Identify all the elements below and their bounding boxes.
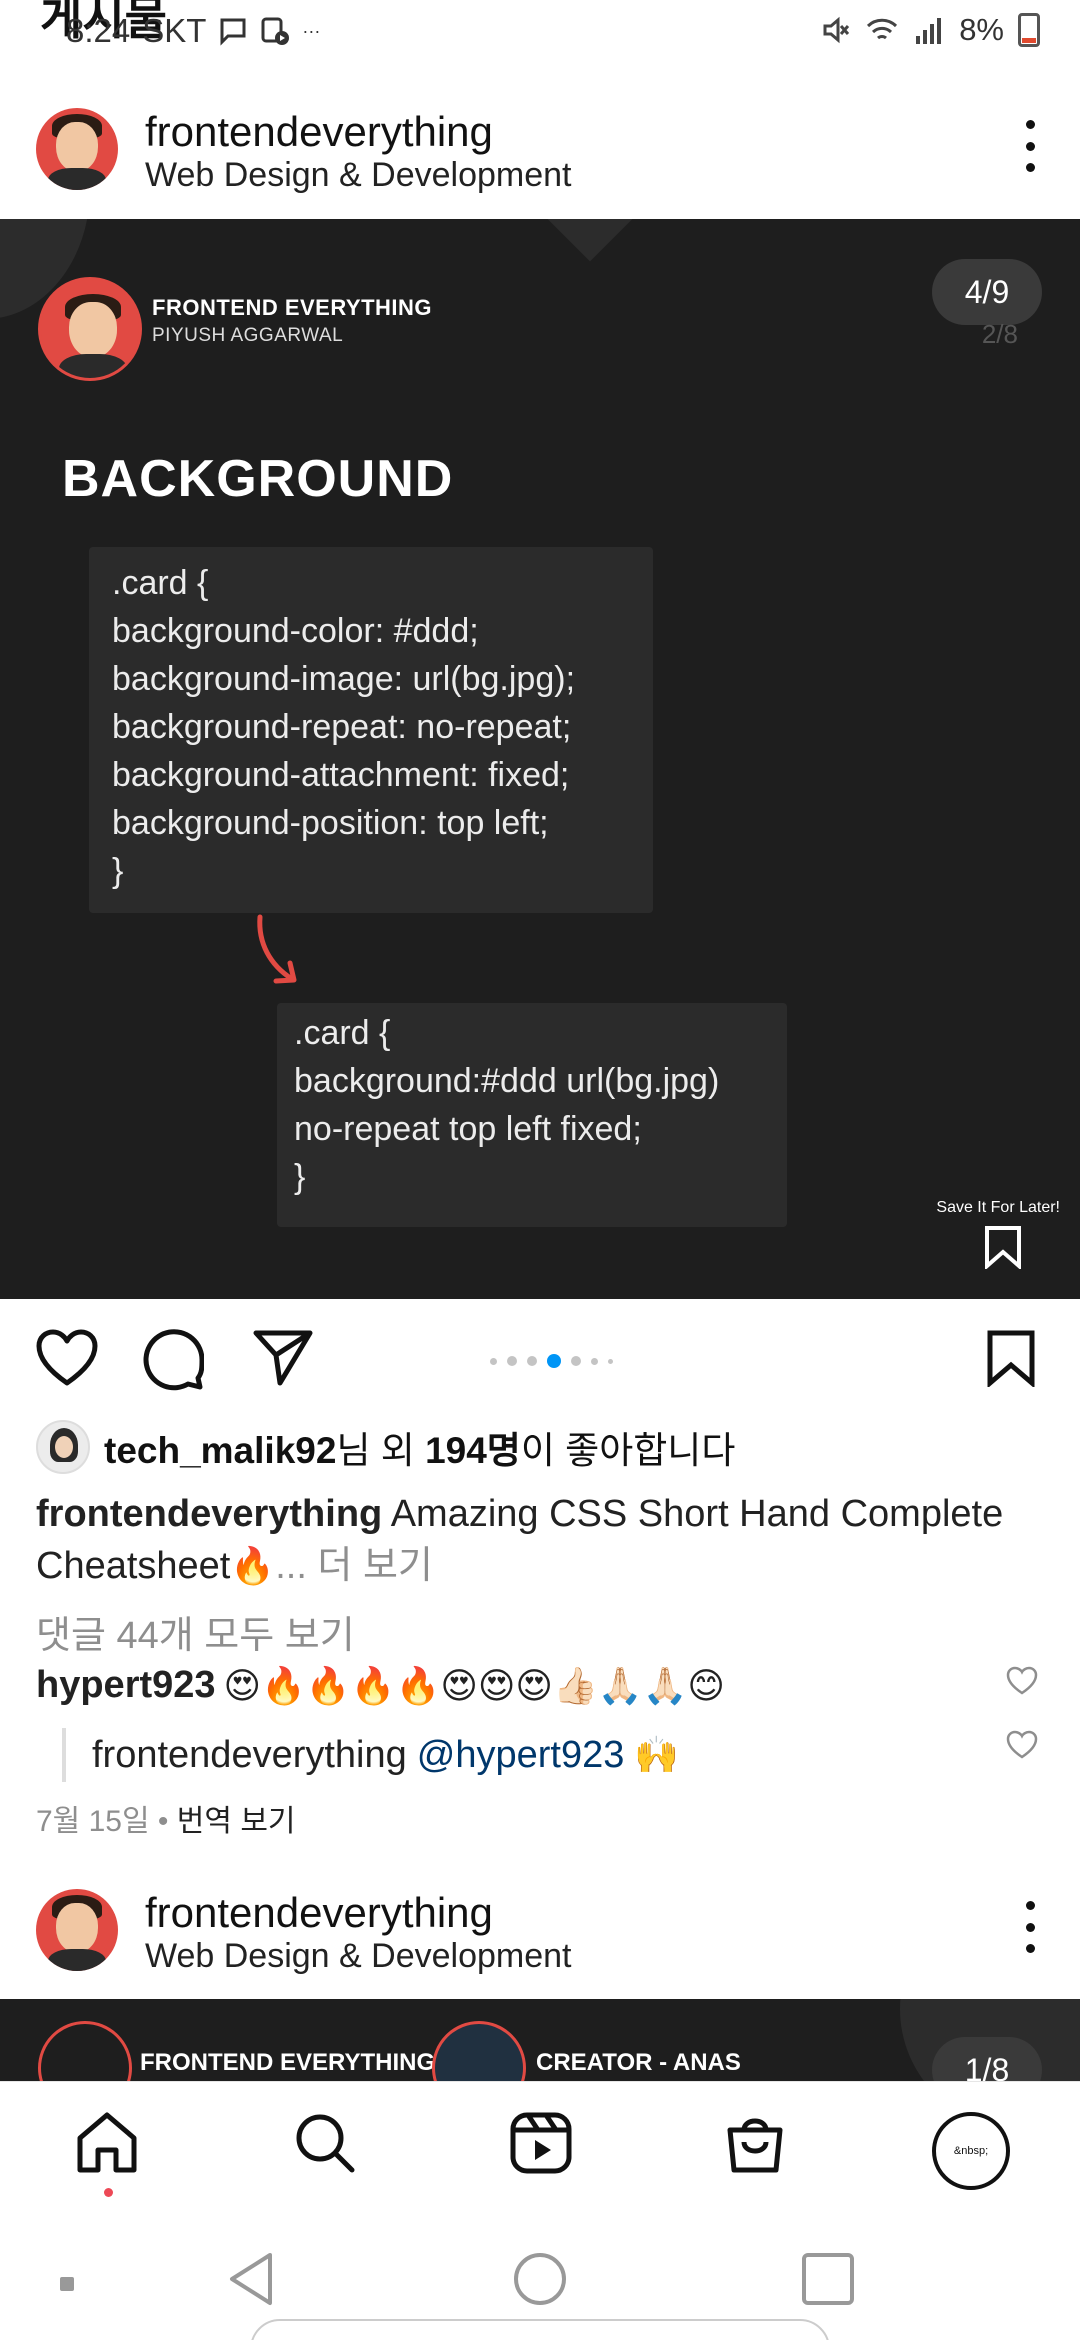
like-heart-icon[interactable] xyxy=(36,1329,98,1387)
post2-brand: FRONTEND EVERYTHING xyxy=(140,2049,436,2076)
system-home-icon[interactable] xyxy=(512,2251,568,2307)
wifi-icon xyxy=(867,18,898,40)
system-recents-icon[interactable] xyxy=(800,2251,856,2307)
post-header: frontendeverything Web Design & Developm… xyxy=(0,66,1080,218)
code-line: background-color: #ddd; xyxy=(112,612,479,650)
post-avatar[interactable] xyxy=(36,108,118,190)
comment-emojis: 😍🔥🔥🔥🔥😍😍😍👍🏻🙏🏻🙏🏻😊 xyxy=(223,1665,725,1707)
view-all-comments-link[interactable]: 댓글 44개 모두 보기 xyxy=(36,1604,355,1659)
status-left: 8:24 SKT ··· xyxy=(66,12,320,50)
likes-row[interactable]: tech_malik92님 외 194명이 좋아합니다 xyxy=(36,1420,735,1474)
code-line: .card { xyxy=(294,1014,391,1052)
post-action-bar xyxy=(0,1299,1080,1419)
likes-middle: 님 외 xyxy=(336,1430,426,1471)
status-carrier: SKT xyxy=(142,12,207,49)
translate-link[interactable]: 번역 보기 xyxy=(177,1805,296,1838)
image-author-avatar xyxy=(38,277,142,381)
bottom-nav: &nbsp; xyxy=(0,2081,1080,2217)
chat-notification-icon xyxy=(220,18,246,46)
reply-like-heart-icon[interactable] xyxy=(1006,1730,1038,1760)
code-line: .card { xyxy=(112,564,209,602)
shop-icon[interactable] xyxy=(722,2110,788,2176)
post2-more-options-icon[interactable] xyxy=(1024,1901,1036,1953)
post-subtitle: Web Design & Development xyxy=(145,156,572,194)
post2-creator-avatar xyxy=(432,2021,526,2081)
code-block-longhand: .card { background-color: #ddd; backgrou… xyxy=(89,547,653,913)
bookmark-icon[interactable] xyxy=(986,1329,1036,1387)
likes-text: tech_malik92님 외 194명이 좋아합니다 xyxy=(104,1420,735,1474)
code-line: no-repeat top left fixed; xyxy=(294,1110,642,1148)
code-line: background-attachment: fixed; xyxy=(112,756,570,794)
system-menu-indicator xyxy=(60,2277,74,2291)
liker-avatar xyxy=(36,1420,90,1474)
status-more-dots: ··· xyxy=(302,20,321,41)
post-username[interactable]: frontendeverything xyxy=(145,108,493,156)
carousel-counter-ghost: 2/8 xyxy=(981,319,1018,349)
post-caption: frontendeverything Amazing CSS Short Han… xyxy=(36,1488,1046,1593)
save-later-text: Save It For Later! xyxy=(936,1199,1060,1216)
code-line: } xyxy=(294,1158,306,1196)
battery-percent: 8% xyxy=(959,12,1004,47)
post2-creator: CREATOR - ANAS xyxy=(536,2049,741,2076)
signal-icon xyxy=(916,18,942,44)
likes-count[interactable]: 194명 xyxy=(425,1430,521,1471)
post2-subtitle: Web Design & Development xyxy=(145,1937,572,1975)
system-back-icon[interactable] xyxy=(226,2251,276,2307)
post-date: 7월 15일 xyxy=(36,1805,150,1838)
caption-more-link[interactable]: ... 더 보기 xyxy=(275,1545,433,1587)
image-brand: FRONTEND EVERYTHING xyxy=(152,295,433,320)
code-line: background-image: url(bg.jpg); xyxy=(112,660,576,698)
media-notification-icon xyxy=(261,17,290,45)
image-bookmark-icon xyxy=(985,1226,1021,1269)
code-block-shorthand: .card { background:#ddd url(bg.jpg) no-r… xyxy=(277,1003,787,1227)
post2-avatar[interactable] xyxy=(36,1889,118,1971)
more-options-icon[interactable] xyxy=(1024,120,1036,172)
caption-username[interactable]: frontendeverything xyxy=(36,1493,382,1535)
image-section-title: BACKGROUND xyxy=(62,450,454,508)
post2-carousel-counter: 1/8 xyxy=(932,2037,1042,2081)
carousel-counter: 4/9 xyxy=(932,259,1042,325)
reels-icon[interactable] xyxy=(508,2110,574,2176)
comment-row: hypert923 😍🔥🔥🔥🔥😍😍😍👍🏻🙏🏻🙏🏻😊 xyxy=(36,1664,725,1707)
profile-tab[interactable]: &nbsp; xyxy=(932,2112,1010,2190)
post2-brand-avatar xyxy=(38,2021,132,2081)
carousel-indicator xyxy=(490,1354,613,1368)
reply-mention[interactable]: @hypert923 xyxy=(417,1734,625,1777)
reply-username[interactable]: frontendeverything xyxy=(92,1734,407,1777)
reply-emoji: 🙌 xyxy=(634,1735,680,1776)
system-navigation-bar xyxy=(0,2217,1080,2340)
comment-username[interactable]: hypert923 xyxy=(36,1664,216,1707)
code-line: } xyxy=(112,852,124,890)
mute-icon xyxy=(823,16,850,44)
post2-carousel-image[interactable]: FRONTEND EVERYTHING CREATOR - ANAS 1/8 xyxy=(0,1999,1080,2081)
curved-arrow-icon xyxy=(257,914,297,984)
search-icon[interactable] xyxy=(292,2110,358,2176)
status-right: 8% xyxy=(819,12,1040,48)
comment-icon[interactable] xyxy=(142,1329,204,1391)
caption-fire-emoji: 🔥 xyxy=(230,1546,276,1587)
status-bar: 게시물 8:24 SKT ··· 8% xyxy=(0,0,1080,66)
home-icon[interactable] xyxy=(74,2110,140,2176)
post-carousel-image[interactable]: FRONTEND EVERYTHING PIYUSH AGGARWAL 4/9 … xyxy=(0,219,1080,1299)
code-line: background:#ddd url(bg.jpg) xyxy=(294,1062,720,1100)
home-active-dot xyxy=(104,2188,113,2197)
code-line: background-repeat: no-repeat; xyxy=(112,708,572,746)
reply-row: frontendeverything @hypert923 🙌 xyxy=(62,1728,679,1782)
gesture-pill xyxy=(250,2319,830,2340)
post2-username[interactable]: frontendeverything xyxy=(145,1889,493,1937)
post2-header: frontendeverything Web Design & Developm… xyxy=(0,1847,1080,1999)
code-line: background-position: top left; xyxy=(112,804,549,842)
meta-separator: • xyxy=(149,1805,177,1838)
status-time: 8:24 xyxy=(66,12,131,49)
battery-icon xyxy=(1018,13,1040,47)
image-author: PIYUSH AGGARWAL xyxy=(152,325,344,346)
comment-like-heart-icon[interactable] xyxy=(1006,1666,1038,1696)
likes-end: 이 좋아합니다 xyxy=(520,1430,736,1471)
post-meta-row: 7월 15일 • 번역 보기 xyxy=(36,1796,296,1840)
share-send-icon[interactable] xyxy=(252,1329,314,1387)
liker-username[interactable]: tech_malik92 xyxy=(104,1430,336,1471)
